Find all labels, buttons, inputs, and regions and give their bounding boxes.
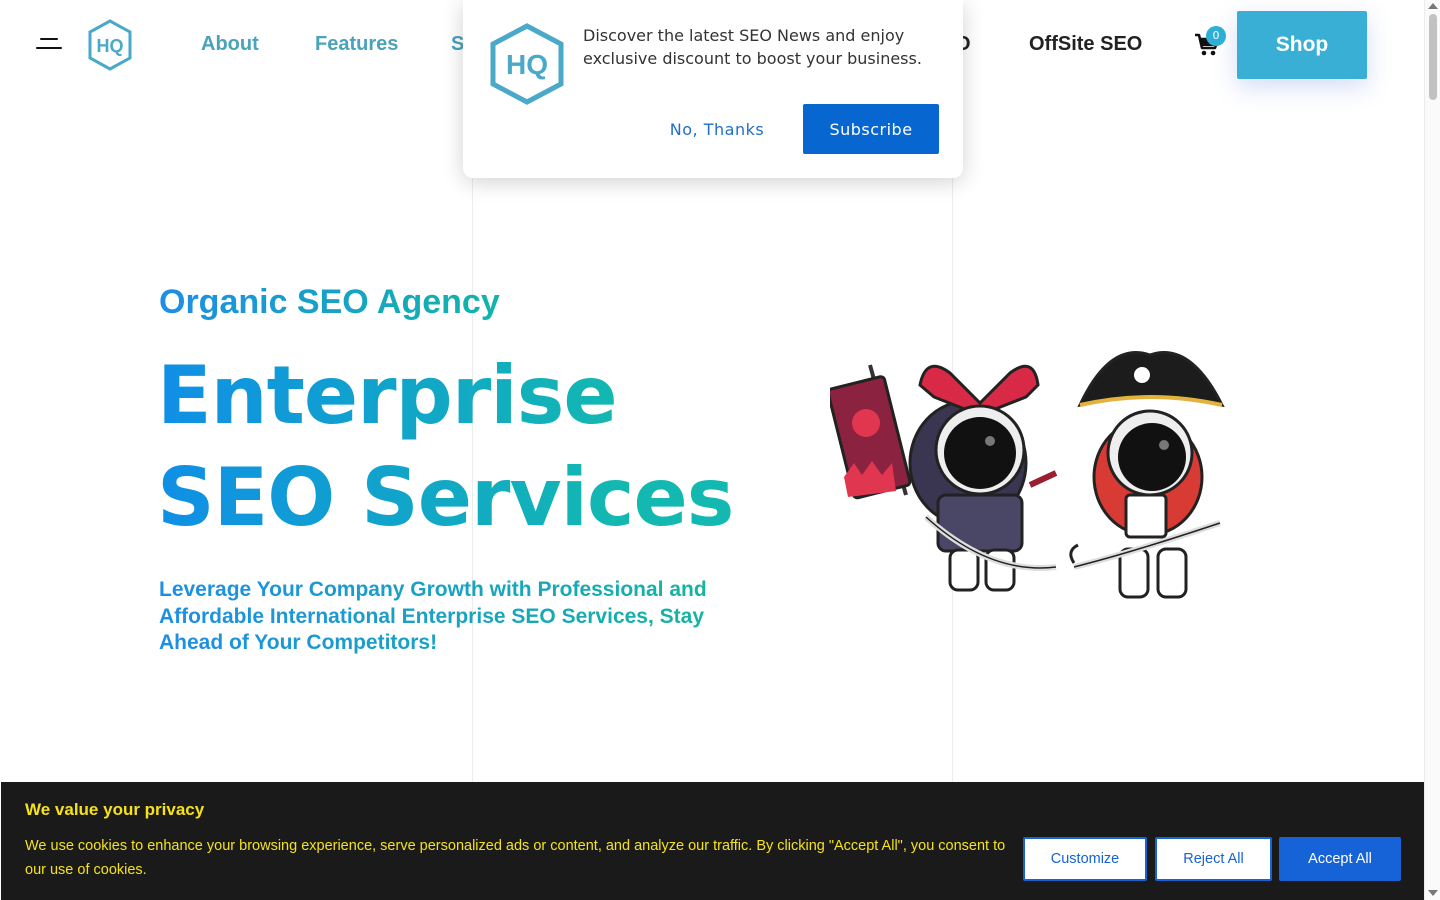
no-thanks-button[interactable]: No, Thanks xyxy=(647,104,787,154)
hero-title: Enterprise SEO Services xyxy=(157,345,733,549)
cookie-title: We value your privacy xyxy=(25,800,205,819)
scroll-up-arrow-icon[interactable] xyxy=(1428,3,1438,9)
logo-text: HQ xyxy=(97,36,124,56)
subscribe-popup: HQ Discover the latest SEO News and enjo… xyxy=(463,0,963,178)
cookie-text: We use cookies to enhance your browsing … xyxy=(25,838,1006,878)
scroll-down-arrow-icon[interactable] xyxy=(1428,890,1438,896)
shop-button[interactable]: Shop xyxy=(1237,11,1367,79)
popup-logo-icon: HQ xyxy=(487,22,567,106)
subscribe-button[interactable]: Subscribe xyxy=(803,104,939,154)
scroll-thumb[interactable] xyxy=(1429,14,1437,100)
hamburger-menu-icon[interactable] xyxy=(36,38,62,52)
nav-features[interactable]: Features xyxy=(315,33,398,56)
popup-logo-text: HQ xyxy=(506,49,548,80)
nav-offsite-seo[interactable]: OffSite SEO xyxy=(1029,33,1142,56)
hero-subtitle: Leverage Your Company Growth with Profes… xyxy=(159,577,719,657)
accept-all-button[interactable]: Accept All xyxy=(1279,837,1401,881)
hq-logo-icon: HQ xyxy=(88,19,132,71)
hero-title-line-2: SEO Services xyxy=(157,451,734,544)
page-scrollbar[interactable] xyxy=(1424,0,1440,900)
hero-title-line-1: Enterprise xyxy=(157,349,617,442)
customize-button[interactable]: Customize xyxy=(1023,837,1147,881)
site-logo[interactable]: HQ xyxy=(86,19,134,71)
nav-about[interactable]: About xyxy=(201,33,259,56)
popup-message: Discover the latest SEO News and enjoy e… xyxy=(583,26,922,68)
hero-mascot-illustration xyxy=(826,345,1240,607)
cookie-consent-bar: We value your privacy We use cookies to … xyxy=(1,782,1424,900)
reject-all-button[interactable]: Reject All xyxy=(1155,837,1272,881)
cart-count-badge: 0 xyxy=(1206,26,1226,46)
hero-eyebrow: Organic SEO Agency xyxy=(159,283,500,321)
